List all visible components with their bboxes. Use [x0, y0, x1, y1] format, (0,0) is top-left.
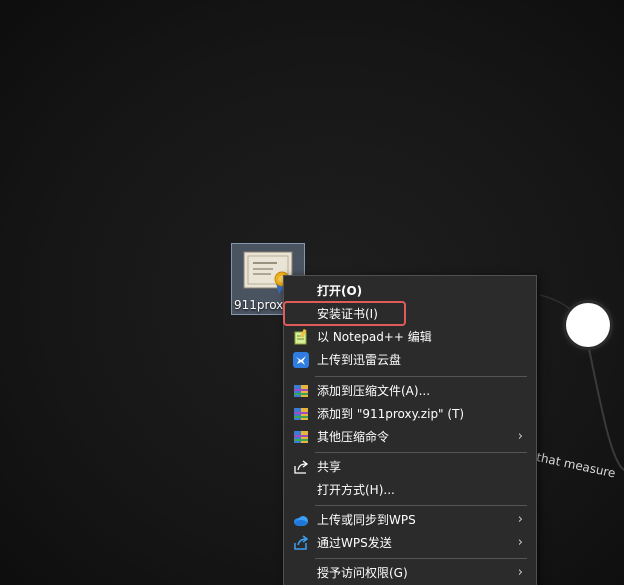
menu-item-edit-notepadpp[interactable]: 以 Notepad++ 编辑 — [287, 326, 533, 348]
menu-separator — [315, 505, 527, 506]
menu-item-label: 打开方式(H)... — [317, 483, 395, 497]
chevron-right-icon: › — [517, 565, 523, 580]
winrar-archive-icon — [294, 431, 308, 443]
highlight-annotation-box — [283, 301, 406, 326]
menu-item-open[interactable]: 打开(O) — [287, 280, 533, 302]
thunder-cloud-icon — [293, 352, 309, 368]
desktop-background: that measure 911prox 打开(O) 安装证书(I) 以 Not… — [0, 0, 624, 585]
menu-item-upload-sync-wps[interactable]: 上传或同步到WPS › — [287, 509, 533, 531]
menu-item-send-via-wps[interactable]: 通过WPS发送 › — [287, 532, 533, 554]
wps-send-icon — [294, 535, 309, 550]
menu-separator — [315, 558, 527, 559]
file-label: 911prox — [234, 298, 284, 312]
menu-item-label: 其他压缩命令 — [317, 430, 390, 444]
winrar-archive-icon — [294, 408, 308, 420]
winrar-archive-icon — [294, 385, 308, 397]
notepad-plus-plus-icon — [294, 329, 307, 345]
wps-cloud-icon — [294, 516, 308, 526]
chevron-right-icon: › — [517, 535, 523, 550]
menu-item-label: 通过WPS发送 — [317, 536, 392, 550]
menu-item-label: 共享 — [317, 460, 342, 474]
share-icon — [294, 460, 309, 474]
menu-item-add-to-zip[interactable]: 添加到 "911proxy.zip" (T) — [287, 403, 533, 425]
menu-item-share[interactable]: 共享 — [287, 456, 533, 478]
menu-separator — [315, 452, 527, 453]
menu-item-label: 以 Notepad++ 编辑 — [317, 330, 432, 344]
wallpaper-circle — [566, 303, 610, 347]
menu-item-label: 授予访问权限(G) — [317, 566, 408, 580]
menu-item-label: 上传到迅雷云盘 — [317, 353, 402, 367]
menu-item-open-with[interactable]: 打开方式(H)... — [287, 479, 533, 501]
chevron-right-icon: › — [517, 512, 523, 527]
menu-item-label: 上传或同步到WPS — [317, 513, 416, 527]
menu-item-label: 打开(O) — [317, 284, 363, 298]
chevron-right-icon: › — [517, 429, 523, 444]
menu-separator — [315, 376, 527, 377]
menu-item-upload-thunder[interactable]: 上传到迅雷云盘 — [287, 349, 533, 371]
menu-item-label: 添加到 "911proxy.zip" (T) — [317, 407, 465, 421]
menu-item-add-to-archive[interactable]: 添加到压缩文件(A)... — [287, 380, 533, 402]
menu-item-grant-access[interactable]: 授予访问权限(G) › — [287, 562, 533, 584]
menu-item-other-archive-commands[interactable]: 其他压缩命令 › — [287, 426, 533, 448]
menu-item-label: 添加到压缩文件(A)... — [317, 384, 431, 398]
